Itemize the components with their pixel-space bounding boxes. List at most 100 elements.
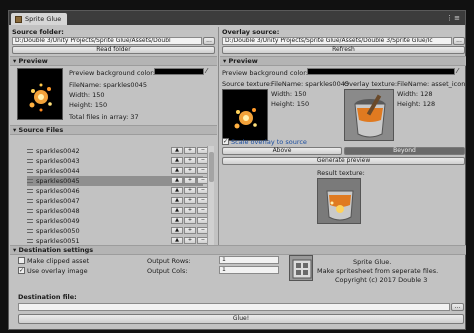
drag-handle-icon[interactable]	[27, 149, 33, 153]
add-item-button[interactable]: +	[184, 177, 196, 184]
overlay-texture-label: Overlay texture:	[344, 80, 398, 88]
file-name: sparkles0045	[36, 177, 80, 185]
eyedropper-icon[interactable]: ⁄	[457, 68, 464, 75]
destination-settings-header[interactable]: ▾ Destination settings	[10, 245, 466, 255]
drag-handle-icon[interactable]	[27, 189, 33, 193]
file-list-item[interactable]: sparkles0042 ▲ + −	[27, 146, 209, 156]
file-name: sparkles0042	[36, 147, 80, 155]
overlay-height: Height: 128	[397, 100, 436, 108]
about-title: Sprite Glue.	[353, 258, 392, 266]
make-clipped-checkbox[interactable]	[18, 257, 25, 264]
generate-preview-button[interactable]: Generate preview	[222, 157, 465, 165]
output-rows-field[interactable]: 1	[219, 256, 279, 264]
add-item-button[interactable]: +	[184, 227, 196, 234]
drag-handle-icon[interactable]	[27, 179, 33, 183]
overlay-source-field[interactable]: D:/Double 3/Unity Projects/Sprite Glue/A…	[222, 37, 452, 45]
add-item-button[interactable]: +	[184, 237, 196, 244]
sparkles-image	[29, 83, 52, 112]
drag-handle-icon[interactable]	[27, 239, 33, 243]
destination-file-field[interactable]	[18, 303, 450, 311]
file-list-item[interactable]: sparkles0047 ▲ + −	[27, 196, 209, 206]
scale-overlay-checkbox[interactable]: ✓	[222, 138, 229, 145]
file-list-item[interactable]: sparkles0043 ▲ + −	[27, 156, 209, 166]
add-item-button[interactable]: +	[184, 147, 196, 154]
source-bg-color-swatch[interactable]	[154, 68, 204, 75]
add-item-button[interactable]: +	[184, 187, 196, 194]
drag-handle-icon[interactable]	[27, 169, 33, 173]
result-image	[318, 179, 360, 223]
sprite-glue-icon	[15, 15, 22, 23]
use-overlay-label: Use overlay image	[27, 267, 88, 275]
overlay-bg-color-swatch[interactable]	[307, 68, 455, 75]
source-files-header[interactable]: ▾ Source Files	[10, 125, 217, 135]
file-list-scrollbar[interactable]	[207, 146, 214, 248]
source-folder-label: Source folder:	[12, 28, 64, 36]
file-list-item[interactable]: sparkles0044 ▲ + −	[27, 166, 209, 176]
move-up-button[interactable]: ▲	[171, 187, 183, 194]
file-list-item[interactable]: sparkles0046 ▲ + −	[27, 186, 209, 196]
drag-handle-icon[interactable]	[27, 199, 33, 203]
scale-overlay-label: Scale overlay to source	[231, 138, 307, 146]
add-item-button[interactable]: +	[184, 217, 196, 224]
drag-handle-icon[interactable]	[27, 229, 33, 233]
move-up-button[interactable]: ▲	[171, 177, 183, 184]
file-name: sparkles0051	[36, 237, 80, 245]
file-name: sparkles0048	[36, 207, 80, 215]
read-folder-button[interactable]: Read folder	[12, 46, 215, 54]
file-name: sparkles0049	[36, 217, 80, 225]
overlay-preview-header[interactable]: ▾ Preview	[220, 56, 466, 66]
use-overlay-checkbox[interactable]: ✓	[18, 267, 25, 274]
source-total-files: Total files in array: 37	[69, 113, 139, 121]
move-up-button[interactable]: ▲	[171, 167, 183, 174]
overlay-texture-thumbnail	[344, 89, 394, 141]
move-up-button[interactable]: ▲	[171, 217, 183, 224]
source-texture-thumbnail	[222, 89, 268, 141]
refresh-button[interactable]: Refresh	[222, 46, 465, 54]
move-up-button[interactable]: ▲	[171, 237, 183, 244]
overlay-browse-button[interactable]: ...	[453, 37, 465, 45]
destination-browse-button[interactable]: ...	[451, 303, 464, 311]
move-up-button[interactable]: ▲	[171, 147, 183, 154]
move-up-button[interactable]: ▲	[171, 227, 183, 234]
window-title: Sprite Glue	[25, 15, 62, 23]
move-up-button[interactable]: ▲	[171, 207, 183, 214]
source-preview-header[interactable]: ▾ Preview	[10, 56, 217, 66]
file-list-item[interactable]: sparkles0050 ▲ + −	[27, 226, 209, 236]
result-texture-thumbnail	[317, 178, 361, 224]
eyedropper-icon[interactable]: ⁄	[206, 68, 213, 75]
file-name: sparkles0043	[36, 157, 80, 165]
source-filename: FileName: sparkles0045	[69, 81, 147, 89]
source-folder-field[interactable]: D:/Double 3/Unity Projects/Sprite Glue/A…	[12, 37, 202, 45]
add-item-button[interactable]: +	[184, 197, 196, 204]
overlay-width: Width: 128	[397, 90, 433, 98]
move-up-button[interactable]: ▲	[171, 157, 183, 164]
file-list-item[interactable]: sparkles0049 ▲ + −	[27, 216, 209, 226]
window-menu-icon[interactable]: ⋮≡	[446, 14, 461, 22]
add-item-button[interactable]: +	[184, 167, 196, 174]
drag-handle-icon[interactable]	[27, 209, 33, 213]
add-item-button[interactable]: +	[184, 157, 196, 164]
about-description: Make spritesheet from seperate files.	[317, 267, 439, 275]
result-texture-label: Result texture:	[317, 169, 365, 177]
file-list-item[interactable]: sparkles0048 ▲ + −	[27, 206, 209, 216]
source-files-label: Source Files	[18, 126, 64, 134]
output-cols-field[interactable]: 1	[219, 266, 279, 274]
panel-divider[interactable]	[218, 27, 219, 249]
overlay-src-width: Width: 150	[271, 90, 307, 98]
window-tab[interactable]: Sprite Glue	[11, 13, 67, 25]
source-texture-label: Source texture:	[222, 80, 273, 88]
beyond-button[interactable]: Beyond	[344, 147, 465, 155]
scrollbar-thumb[interactable]	[209, 152, 214, 182]
add-item-button[interactable]: +	[184, 207, 196, 214]
title-bar: Sprite Glue ⋮≡	[9, 11, 465, 25]
move-up-button[interactable]: ▲	[171, 197, 183, 204]
file-list-item[interactable]: sparkles0045 ▲ + −	[27, 176, 209, 186]
above-button[interactable]: Above	[222, 147, 342, 155]
source-height: Height: 150	[69, 101, 108, 109]
overlay-bg-color-label: Preview background color:	[222, 69, 308, 77]
drag-handle-icon[interactable]	[27, 159, 33, 163]
drag-handle-icon[interactable]	[27, 219, 33, 223]
glue-button[interactable]: Glue!	[18, 314, 464, 324]
source-browse-button[interactable]: ...	[203, 37, 215, 45]
output-rows-label: Output Rows:	[147, 257, 191, 265]
